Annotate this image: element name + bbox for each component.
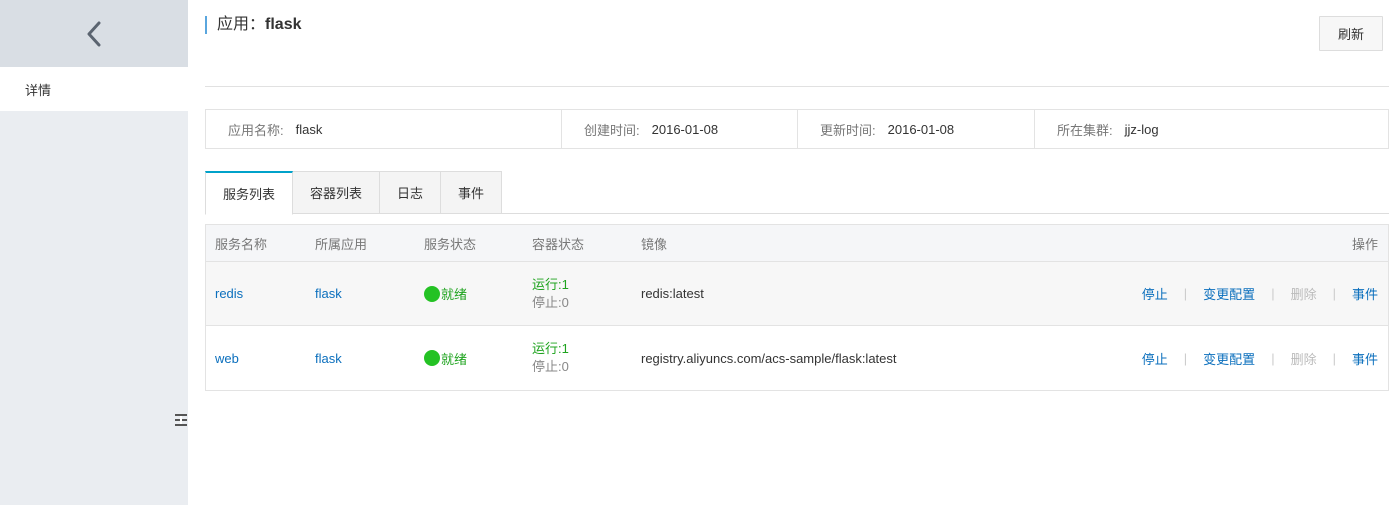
back-button[interactable] xyxy=(0,0,188,67)
sidebar-item-label: 详情 xyxy=(25,82,52,98)
app-link[interactable]: flask xyxy=(315,286,342,301)
change-config-button[interactable]: 变更配置 xyxy=(1203,349,1255,368)
status-ready-icon xyxy=(424,350,440,366)
page-title-value: flask xyxy=(265,16,302,33)
chevron-left-icon xyxy=(87,21,101,46)
service-name-link[interactable]: web xyxy=(215,351,239,366)
info-app-name: 应用名称: flask xyxy=(206,110,562,148)
tab-logs[interactable]: 日志 xyxy=(380,171,442,214)
events-button[interactable]: 事件 xyxy=(1352,284,1378,303)
page-title: 应用：flask xyxy=(205,16,301,34)
events-button[interactable]: 事件 xyxy=(1352,349,1378,368)
sidebar: 详情 xyxy=(0,0,188,505)
collapse-icon xyxy=(175,414,187,426)
stop-button[interactable]: 停止 xyxy=(1142,349,1168,368)
sidebar-collapse-button[interactable] xyxy=(174,394,188,446)
image-value: registry.aliyuncs.com/acs-sample/flask:l… xyxy=(641,350,897,366)
refresh-button[interactable]: 刷新 xyxy=(1319,16,1383,51)
table-header: 服务名称 所属应用 服务状态 容器状态 镜像 操作 xyxy=(206,225,1388,262)
delete-button: 删除 xyxy=(1290,287,1317,302)
table-row: redis flask 就绪 运行:1 停止:0 redis:latest 停止… xyxy=(206,262,1388,326)
image-value: redis:latest xyxy=(641,286,704,301)
app-info-bar: 应用名称: flask 创建时间: 2016-01-08 更新时间: 2016-… xyxy=(205,109,1389,149)
service-status: 就绪 xyxy=(424,349,532,368)
col-image: 镜像 xyxy=(641,236,668,252)
row-actions: 停止 | 变更配置 | 删除 | 事件 xyxy=(1141,349,1378,368)
tab-events[interactable]: 事件 xyxy=(441,171,503,214)
stop-button[interactable]: 停止 xyxy=(1142,284,1168,303)
col-actions: 操作 xyxy=(1351,236,1378,252)
row-actions: 停止 | 变更配置 | 删除 | 事件 xyxy=(1141,284,1378,303)
col-app: 所属应用 xyxy=(315,236,368,252)
table-row: web flask 就绪 运行:1 停止:0 registry.aliyuncs… xyxy=(206,326,1388,390)
page-title-label: 应用： xyxy=(217,16,266,33)
delete-button: 删除 xyxy=(1290,351,1317,367)
services-table: 服务名称 所属应用 服务状态 容器状态 镜像 操作 redis flask 就绪… xyxy=(205,224,1389,391)
container-status: 运行:1 停止:0 xyxy=(532,276,569,310)
info-cluster: 所在集群: jjz-log xyxy=(1057,121,1159,138)
col-service-status: 服务状态 xyxy=(424,236,477,252)
main-content: 应用：flask 刷新 应用名称: flask 创建时间: 2016-01-08… xyxy=(205,0,1389,505)
header-divider xyxy=(205,86,1389,87)
status-ready-icon xyxy=(424,285,440,302)
container-status: 运行:1 停止:0 xyxy=(532,341,569,374)
info-created-time: 创建时间: 2016-01-08 xyxy=(562,110,798,148)
tab-containers[interactable]: 容器列表 xyxy=(293,171,381,214)
app-link[interactable]: flask xyxy=(315,351,342,366)
change-config-button[interactable]: 变更配置 xyxy=(1203,284,1255,303)
service-status: 就绪 xyxy=(424,284,532,303)
sidebar-item-details[interactable]: 详情 xyxy=(0,67,188,111)
tab-bar: 服务列表 容器列表 日志 事件 xyxy=(205,171,1389,215)
col-service-name: 服务名称 xyxy=(215,236,268,252)
col-container-status: 容器状态 xyxy=(532,236,585,252)
service-name-link[interactable]: redis xyxy=(215,286,243,301)
tab-services[interactable]: 服务列表 xyxy=(205,171,294,215)
info-updated-time: 更新时间: 2016-01-08 xyxy=(798,110,1035,148)
